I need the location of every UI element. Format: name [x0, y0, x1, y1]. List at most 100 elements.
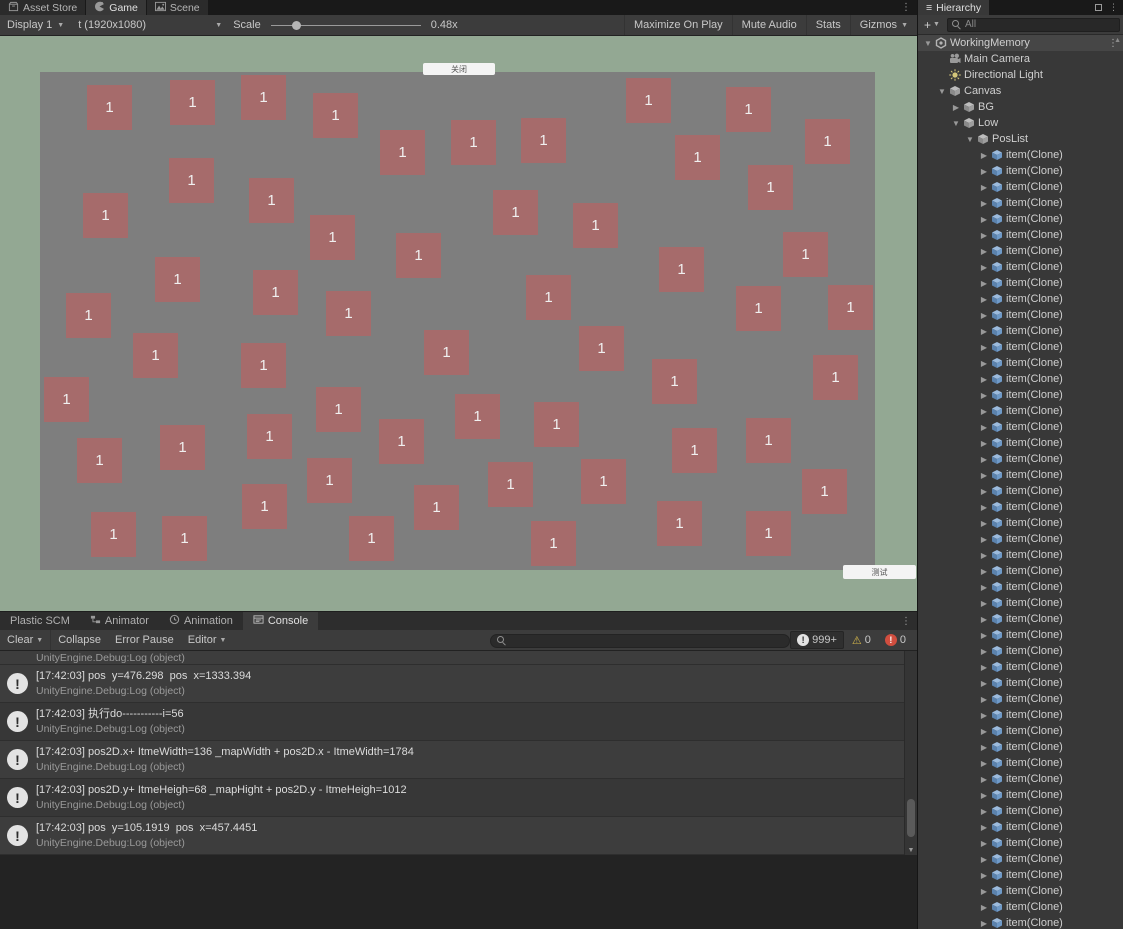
- scale-slider[interactable]: [270, 15, 421, 35]
- hierarchy-row-item-clone[interactable]: ▶ item(Clone): [918, 227, 1123, 243]
- maximize-on-play-button[interactable]: Maximize On Play: [624, 15, 732, 35]
- foldout-collapsed-icon[interactable]: ▶: [978, 599, 990, 608]
- foldout-collapsed-icon[interactable]: ▶: [978, 439, 990, 448]
- hierarchy-row-item-clone[interactable]: ▶ item(Clone): [918, 451, 1123, 467]
- hierarchy-row-item-clone[interactable]: ▶ item(Clone): [918, 515, 1123, 531]
- console-scrollbar[interactable]: ▼: [904, 651, 917, 855]
- foldout-collapsed-icon[interactable]: ▶: [978, 183, 990, 192]
- hierarchy-row-item-clone[interactable]: ▶ item(Clone): [918, 467, 1123, 483]
- hierarchy-row-item-clone[interactable]: ▶ item(Clone): [918, 195, 1123, 211]
- foldout-collapsed-icon[interactable]: ▶: [978, 551, 990, 560]
- foldout-collapsed-icon[interactable]: ▶: [978, 167, 990, 176]
- warning-count-toggle[interactable]: ⚠ 0: [846, 632, 877, 649]
- hierarchy-search-field[interactable]: All: [946, 17, 1120, 32]
- hierarchy-row-item-clone[interactable]: ▶ item(Clone): [918, 851, 1123, 867]
- console-log-row[interactable]: ! [17:42:03] 执行do-----------i=56 UnityEngi…: [0, 703, 917, 741]
- hierarchy-row-item-clone[interactable]: ▶ item(Clone): [918, 531, 1123, 547]
- foldout-collapsed-icon[interactable]: ▶: [978, 519, 990, 528]
- hierarchy-row-item-clone[interactable]: ▶ item(Clone): [918, 355, 1123, 371]
- test-button[interactable]: 测试: [843, 565, 916, 579]
- hierarchy-row-item-clone[interactable]: ▶ item(Clone): [918, 659, 1123, 675]
- foldout-collapsed-icon[interactable]: ▶: [978, 359, 990, 368]
- foldout-collapsed-icon[interactable]: ▶: [978, 263, 990, 272]
- scrollbar-thumb[interactable]: [907, 799, 915, 837]
- hierarchy-row-item-clone[interactable]: ▶ item(Clone): [918, 819, 1123, 835]
- hierarchy-row-item-clone[interactable]: ▶ item(Clone): [918, 179, 1123, 195]
- foldout-collapsed-icon[interactable]: ▶: [978, 535, 990, 544]
- hierarchy-row-item-clone[interactable]: ▶ item(Clone): [918, 595, 1123, 611]
- foldout-collapsed-icon[interactable]: ▶: [978, 391, 990, 400]
- foldout-collapsed-icon[interactable]: ▶: [978, 199, 990, 208]
- hierarchy-row-item-clone[interactable]: ▶ item(Clone): [918, 147, 1123, 163]
- tab-animator[interactable]: Animator: [80, 612, 159, 630]
- hierarchy-row-item-clone[interactable]: ▶ item(Clone): [918, 867, 1123, 883]
- console-log-row[interactable]: ! [17:42:03] pos y=105.1919 pos x=457.445…: [0, 817, 917, 855]
- foldout-expanded-icon[interactable]: ▼: [964, 135, 976, 144]
- foldout-collapsed-icon[interactable]: ▶: [978, 919, 990, 928]
- foldout-collapsed-icon[interactable]: ▶: [978, 775, 990, 784]
- slider-handle[interactable]: [291, 20, 301, 30]
- hierarchy-row-item-clone[interactable]: ▶ item(Clone): [918, 275, 1123, 291]
- hierarchy-row-item-clone[interactable]: ▶ item(Clone): [918, 547, 1123, 563]
- hierarchy-row-item-clone[interactable]: ▶ item(Clone): [918, 339, 1123, 355]
- stats-button[interactable]: Stats: [805, 15, 850, 35]
- console-log-row[interactable]: ! [17:42:03] pos y=476.298 pos x=1333.394…: [0, 665, 917, 703]
- hierarchy-row-item-clone[interactable]: ▶ item(Clone): [918, 707, 1123, 723]
- close-button[interactable]: 关闭: [423, 63, 495, 75]
- hierarchy-row-item-clone[interactable]: ▶ item(Clone): [918, 691, 1123, 707]
- foldout-collapsed-icon[interactable]: ▶: [978, 839, 990, 848]
- foldout-collapsed-icon[interactable]: ▶: [978, 711, 990, 720]
- foldout-collapsed-icon[interactable]: ▶: [978, 679, 990, 688]
- foldout-expanded-icon[interactable]: ▼: [950, 119, 962, 128]
- scrollbar-down-arrow[interactable]: ▼: [905, 847, 917, 854]
- hierarchy-row-canvas[interactable]: ▼ Canvas: [918, 83, 1123, 99]
- display-dropdown[interactable]: Display 1 ▼: [0, 15, 71, 35]
- clear-button[interactable]: Clear ▼: [0, 630, 50, 650]
- tab-scene[interactable]: Scene: [146, 0, 209, 15]
- foldout-expanded-icon[interactable]: ▼: [936, 87, 948, 96]
- hierarchy-row-item-clone[interactable]: ▶ item(Clone): [918, 835, 1123, 851]
- tab-hierarchy[interactable]: ≡ Hierarchy: [918, 0, 990, 15]
- foldout-collapsed-icon[interactable]: ▶: [978, 615, 990, 624]
- foldout-collapsed-icon[interactable]: ▶: [978, 663, 990, 672]
- editor-dropdown[interactable]: Editor ▼: [181, 630, 234, 650]
- tab-asset-store[interactable]: Asset Store: [0, 0, 87, 15]
- foldout-collapsed-icon[interactable]: ▶: [978, 823, 990, 832]
- mute-audio-button[interactable]: Mute Audio: [731, 15, 806, 35]
- foldout-collapsed-icon[interactable]: ▶: [950, 103, 962, 112]
- foldout-collapsed-icon[interactable]: ▶: [978, 695, 990, 704]
- foldout-collapsed-icon[interactable]: ▶: [978, 375, 990, 384]
- aspect-dropdown[interactable]: t (1920x1080) ▼: [71, 15, 229, 35]
- hierarchy-row-item-clone[interactable]: ▶ item(Clone): [918, 563, 1123, 579]
- hierarchy-row-item-clone[interactable]: ▶ item(Clone): [918, 771, 1123, 787]
- hierarchy-row-item-clone[interactable]: ▶ item(Clone): [918, 499, 1123, 515]
- console-log-row[interactable]: ! [17:42:03] pos2D.y+ ItmeHeigh=68 _mapHi…: [0, 779, 917, 817]
- hierarchy-row-item-clone[interactable]: ▶ item(Clone): [918, 675, 1123, 691]
- gizmos-dropdown[interactable]: Gizmos ▼: [849, 15, 917, 35]
- foldout-collapsed-icon[interactable]: ▶: [978, 295, 990, 304]
- maximize-panel-icon[interactable]: [1095, 4, 1102, 11]
- hierarchy-row-item-clone[interactable]: ▶ item(Clone): [918, 611, 1123, 627]
- foldout-collapsed-icon[interactable]: ▶: [978, 807, 990, 816]
- hierarchy-row-directional-light[interactable]: Directional Light: [918, 67, 1123, 83]
- tab-game[interactable]: Game: [86, 0, 147, 15]
- scrollbar-up-arrow[interactable]: ▲: [1114, 37, 1121, 44]
- foldout-collapsed-icon[interactable]: ▶: [978, 503, 990, 512]
- tab-animation[interactable]: Animation: [159, 612, 243, 630]
- hierarchy-row-item-clone[interactable]: ▶ item(Clone): [918, 739, 1123, 755]
- console-search-input[interactable]: [510, 635, 783, 646]
- hierarchy-row-main-camera[interactable]: Main Camera: [918, 51, 1123, 67]
- foldout-expanded-icon[interactable]: ▼: [922, 39, 934, 48]
- hierarchy-row-item-clone[interactable]: ▶ item(Clone): [918, 883, 1123, 899]
- collapse-toggle[interactable]: Collapse: [51, 630, 108, 650]
- hierarchy-row-item-clone[interactable]: ▶ item(Clone): [918, 627, 1123, 643]
- hierarchy-row-bg[interactable]: ▶ BG: [918, 99, 1123, 115]
- hierarchy-row-low[interactable]: ▼ Low: [918, 115, 1123, 131]
- kebab-menu-icon[interactable]: ⋮: [895, 0, 917, 15]
- foldout-collapsed-icon[interactable]: ▶: [978, 407, 990, 416]
- foldout-collapsed-icon[interactable]: ▶: [978, 759, 990, 768]
- hierarchy-row-item-clone[interactable]: ▶ item(Clone): [918, 803, 1123, 819]
- hierarchy-row-item-clone[interactable]: ▶ item(Clone): [918, 435, 1123, 451]
- foldout-collapsed-icon[interactable]: ▶: [978, 887, 990, 896]
- hierarchy-row-item-clone[interactable]: ▶ item(Clone): [918, 723, 1123, 739]
